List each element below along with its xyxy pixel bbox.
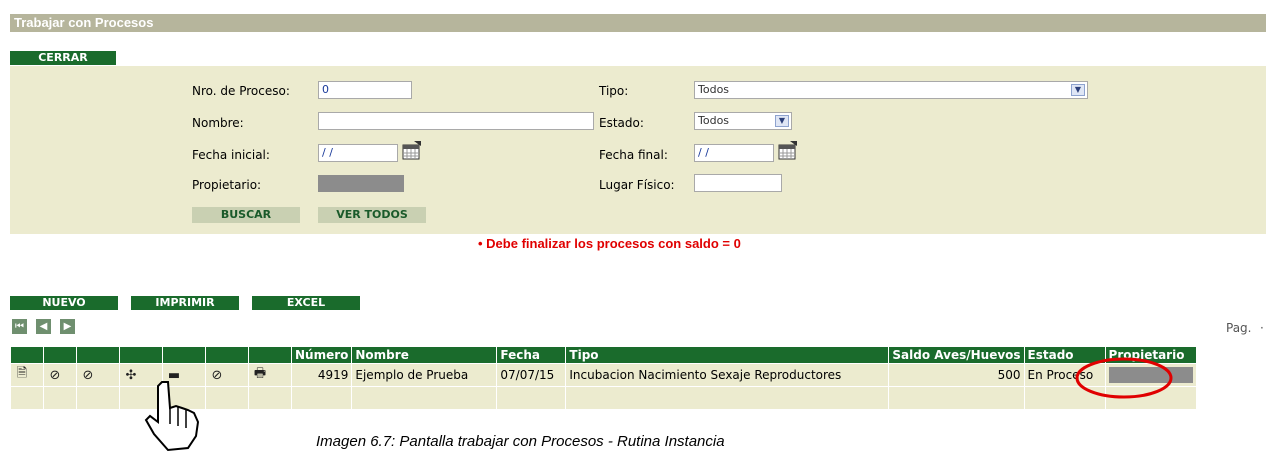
doc-icon[interactable]: 🗎 [14,364,30,386]
warning-text: Debe finalizar los procesos con saldo = … [486,236,741,251]
next-page-icon[interactable]: ▶ [60,319,75,334]
highlight-circle [1074,356,1174,400]
tipo-select[interactable]: Todos ▼ [694,81,1088,99]
expand-icon[interactable]: ✣ [123,368,139,383]
cell-numero: 4919 [290,363,353,387]
calendar-icon[interactable] [402,141,422,160]
row-action-cell[interactable]: 🖶 [248,363,292,387]
col-fecha[interactable]: Fecha [496,346,567,364]
page-label: Pag. [1226,321,1252,335]
row-action-cell[interactable]: ⊘ [76,363,120,387]
fecha-inicial-input[interactable]: / / [318,144,398,162]
close-button[interactable]: CERRAR [10,51,116,65]
col-numero[interactable]: Número [290,346,353,364]
page-number: · [1260,321,1264,335]
calendar-icon[interactable] [778,141,798,160]
cancel-icon[interactable]: ⊘ [47,368,63,383]
lugar-fisico-label: Lugar Físico: [599,178,675,192]
excel-button[interactable]: EXCEL [252,296,360,310]
nro-proceso-label: Nro. de Proceso: [192,84,290,98]
estado-label: Estado: [599,116,644,130]
fecha-final-label: Fecha final: [599,148,668,162]
nombre-label: Nombre: [192,116,244,130]
cell-saldo: 500 [888,363,1025,387]
propietario-label: Propietario: [192,178,262,192]
row-action-cell[interactable]: 🗎 [10,363,44,387]
buscar-button[interactable]: BUSCAR [192,207,300,223]
tipo-select-value: Todos [698,83,730,96]
cell-fecha: 07/07/15 [496,363,567,387]
chevron-down-icon[interactable]: ▼ [1071,84,1085,96]
row-action-cell[interactable]: ⊘ [43,363,77,387]
figure-caption: Imagen 6.7: Pantalla trabajar con Proces… [316,433,725,450]
first-page-icon[interactable]: ⏮ [12,319,27,334]
estado-select-value: Todos [698,114,730,127]
tipo-label: Tipo: [599,84,629,98]
ver-todos-button[interactable]: VER TODOS [318,207,426,223]
chevron-down-icon[interactable]: ▼ [775,115,789,127]
col-saldo[interactable]: Saldo Aves/Huevos [888,346,1025,364]
col-action-3 [76,346,120,364]
fecha-inicial-label: Fecha inicial: [192,148,270,162]
col-action-2 [43,346,77,364]
hand-cursor-icon [140,378,220,454]
bullet-icon: • [478,236,487,251]
prev-page-icon[interactable]: ◀ [36,319,51,334]
window-title: Trabajar con Procesos [10,14,1266,32]
table-header-row: Número Nombre Fecha Tipo Saldo Aves/Huev… [10,346,1197,364]
cell-tipo: Incubacion Nacimiento Sexaje Reproductor… [565,363,890,387]
nombre-input[interactable] [318,112,594,130]
col-action-6 [205,346,249,364]
print-icon[interactable]: 🖶 [252,364,268,386]
col-tipo[interactable]: Tipo [565,346,890,364]
nuevo-button[interactable]: NUEVO [10,296,118,310]
cell-nombre: Ejemplo de Prueba [351,363,498,387]
imprimir-button[interactable]: IMPRIMIR [131,296,239,310]
nro-proceso-input[interactable]: 0 [318,81,412,99]
warning-message: • Debe finalizar los procesos con saldo … [478,236,741,251]
cancel-icon[interactable]: ⊘ [80,368,96,383]
col-action-5 [162,346,206,364]
col-action-4 [119,346,163,364]
col-action-7 [248,346,292,364]
col-nombre[interactable]: Nombre [351,346,498,364]
col-action-1 [10,346,44,364]
fecha-final-input[interactable]: / / [694,144,774,162]
propietario-value [318,175,404,192]
estado-select[interactable]: Todos ▼ [694,112,792,130]
lugar-fisico-input[interactable] [694,174,782,192]
